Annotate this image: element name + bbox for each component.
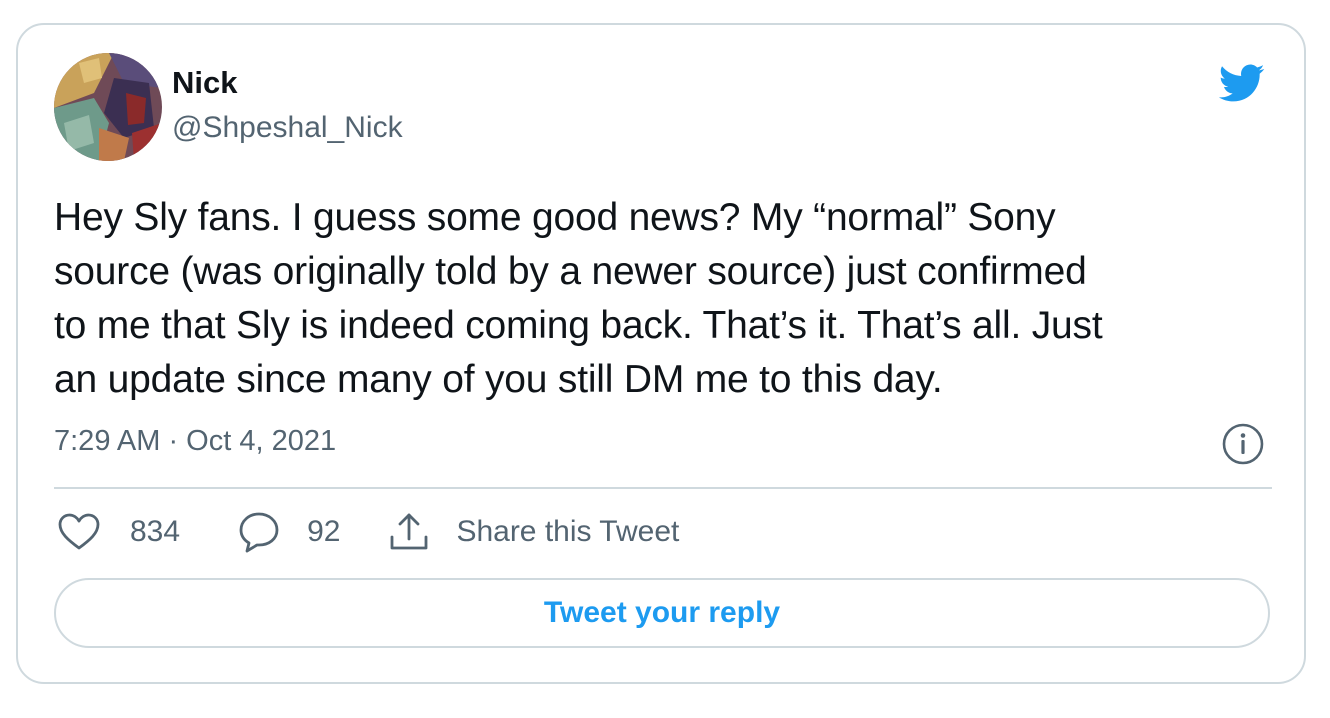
- heart-icon: [58, 513, 100, 551]
- reply-count: 92: [307, 515, 341, 548]
- avatar[interactable]: [54, 53, 162, 161]
- speech-bubble-icon: [238, 511, 280, 553]
- tweet-actions: 834 92 Share this Tweet: [58, 510, 679, 554]
- tweet-reply-label: Tweet your reply: [543, 596, 781, 629]
- avatar-image: [54, 53, 162, 161]
- share-button[interactable]: Share this Tweet: [388, 511, 679, 553]
- tweet-card: Nick @Shpeshal_Nick Hey Sly fans. I gues…: [16, 23, 1306, 684]
- reply-button[interactable]: 92: [238, 511, 340, 553]
- twitter-bird-icon[interactable]: [1214, 59, 1268, 107]
- tweet-reply-button[interactable]: Tweet your reply: [54, 578, 1270, 648]
- share-upload-icon: [388, 511, 430, 553]
- tweet-timestamp[interactable]: 7:29 AM · Oct 4, 2021: [54, 423, 336, 459]
- divider: [54, 487, 1272, 489]
- author-display-name[interactable]: Nick: [172, 65, 237, 101]
- tweet-text: Hey Sly fans. I guess some good news? My…: [54, 196, 1103, 401]
- like-count: 834: [130, 515, 181, 548]
- info-icon[interactable]: [1221, 422, 1265, 466]
- author-handle[interactable]: @Shpeshal_Nick: [172, 110, 403, 146]
- share-label: Share this Tweet: [456, 515, 680, 548]
- like-button[interactable]: 834: [58, 513, 180, 551]
